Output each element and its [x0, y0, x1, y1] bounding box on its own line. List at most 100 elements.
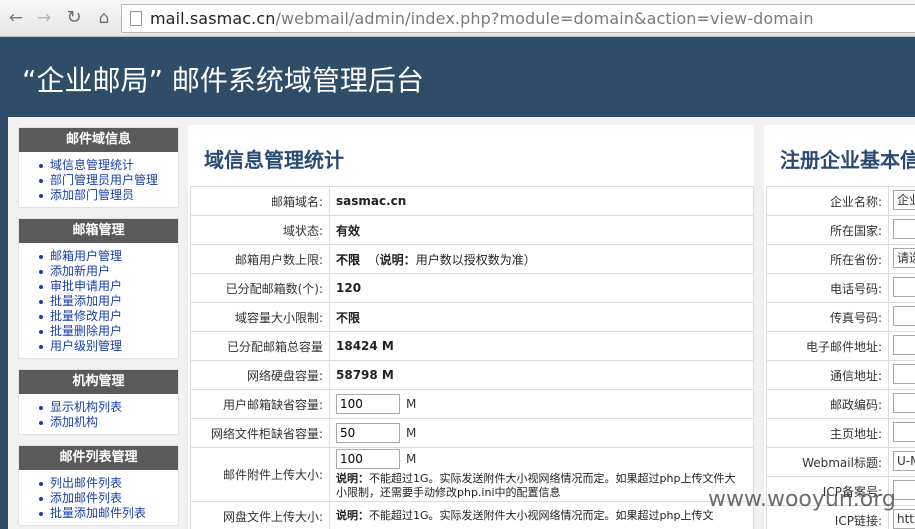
company-name-input[interactable]: 企业 [893, 189, 915, 210]
row-label: 网络文件柜缺省容量: [190, 418, 330, 448]
fax-input[interactable] [893, 305, 915, 326]
field-cell [888, 360, 915, 390]
watermark: www.wooyun.org [708, 487, 896, 512]
sidebar-list: 列出邮件列表 添加邮件列表 批量添加邮件列表 [19, 470, 178, 525]
company-info-title: 注册企业基本信 [780, 148, 915, 172]
sidebar-section-title: 邮件列表管理 [19, 446, 178, 470]
url-text[interactable]: mail.sasmac.cn/webmail/admin/index.php?m… [150, 9, 814, 28]
sidebar-item-batch-add-mail-list[interactable]: 批量添加邮件列表 [37, 506, 178, 521]
sidebar-section-org: 机构管理 显示机构列表 添加机构 [18, 369, 179, 435]
note-key: 说明： [379, 252, 416, 267]
table-row: 域状态: 有效 [190, 215, 754, 245]
allocated-total-value: 18424 M [329, 331, 754, 361]
table-row: Webmail标题:U-M [766, 447, 915, 477]
table-row: 邮政编码: [766, 389, 915, 419]
row-label: 域状态: [190, 215, 330, 245]
row-label: 网络硬盘容量: [190, 360, 330, 390]
note-key: 说明： [336, 472, 369, 485]
sidebar-section-mailbox: 邮箱管理 邮箱用户管理 添加新用户 审批申请用户 批量添加用户 批量修改用户 批… [18, 218, 179, 359]
table-row: 用户邮箱缺省容量: M [190, 389, 754, 419]
sidebar-item-user-levels[interactable]: 用户级别管理 [37, 339, 178, 354]
icp-link-input[interactable]: http [893, 508, 915, 529]
field-cell [888, 302, 915, 332]
homepage-input[interactable] [893, 421, 915, 442]
reload-icon[interactable]: ↻ [64, 8, 84, 28]
page-icon [130, 11, 142, 26]
company-info-table: 企业名称:企业 所在国家: 所在省份:请选 电话号码: 传真号码: 电子邮件地址… [766, 186, 915, 529]
attach-size-input[interactable] [336, 449, 400, 469]
table-row: 邮箱用户数上限: 不限 （说明：用户数以授权数为准） [190, 244, 754, 274]
sidebar-item-dept-admin-users[interactable]: 部门管理员用户管理 [37, 173, 178, 188]
table-row: 传真号码: [766, 302, 915, 332]
netfile-cell: 说明：不能超过1G。实际发送附件大小视网络情况而定。如果超过php上传文 [329, 501, 754, 529]
row-label: 电话号码: [766, 273, 889, 303]
sidebar-list: 显示机构列表 添加机构 [19, 394, 178, 434]
forward-arrow-icon[interactable]: → [34, 8, 54, 28]
table-row: 所在省份:请选 [766, 244, 915, 274]
sidebar-item-org-list[interactable]: 显示机构列表 [37, 400, 178, 415]
url-host: mail.sasmac.cn [150, 9, 276, 28]
mailbox-default-cell: M [329, 389, 754, 419]
row-label: 传真号码: [766, 302, 889, 332]
postcode-input[interactable] [893, 392, 915, 413]
sidebar-item-add-mail-list[interactable]: 添加邮件列表 [37, 491, 178, 506]
table-row: 电话号码: [766, 273, 915, 303]
sidebar-item-add-org[interactable]: 添加机构 [37, 415, 178, 430]
table-row: 通信地址: [766, 360, 915, 390]
row-label: 网盘文件上传大小: [190, 501, 330, 529]
mailbox-default-input[interactable] [336, 394, 400, 414]
sidebar-item-approve-users[interactable]: 审批申请用户 [37, 279, 178, 294]
email-input[interactable] [893, 334, 915, 355]
sidebar-item-batch-delete[interactable]: 批量删除用户 [37, 324, 178, 339]
row-label: 邮政编码: [766, 389, 889, 419]
table-row: 主页地址: [766, 418, 915, 448]
icp-number-input[interactable] [893, 479, 915, 500]
row-label: 所在省份: [766, 244, 889, 274]
country-input[interactable] [893, 218, 915, 239]
page-title: 域信息管理统计 [204, 148, 344, 172]
back-arrow-icon[interactable]: ← [6, 8, 26, 28]
row-label: 主页地址: [766, 418, 889, 448]
sidebar-section-title: 机构管理 [19, 370, 178, 394]
address-bar[interactable]: mail.sasmac.cn/webmail/admin/index.php?m… [121, 4, 915, 33]
row-label: 邮箱用户数上限: [190, 244, 330, 274]
table-row: 网络硬盘容量: 58798 M [190, 360, 754, 390]
netfile-note: 说明：不能超过1G。实际发送附件大小视网络情况而定。如果超过php上传文 [336, 509, 746, 523]
table-row: 企业名称:企业 [766, 186, 915, 216]
unit-label: M [406, 397, 417, 411]
sidebar-item-add-user[interactable]: 添加新用户 [37, 264, 178, 279]
table-row: 网络文件柜缺省容量: M [190, 418, 754, 448]
row-label: 用户邮箱缺省容量: [190, 389, 330, 419]
capacity-limit-value: 不限 [329, 302, 754, 332]
status-value: 有效 [329, 215, 754, 245]
app-title: “企业邮局” 邮件系统域管理后台 [22, 64, 424, 97]
filecab-default-cell: M [329, 418, 754, 448]
row-label: 电子邮件地址: [766, 331, 889, 361]
sidebar-item-domain-stats[interactable]: 域信息管理统计 [37, 158, 178, 173]
home-icon[interactable]: ⌂ [94, 8, 114, 28]
sidebar-item-batch-edit[interactable]: 批量修改用户 [37, 309, 178, 324]
sidebar-list: 邮箱用户管理 添加新用户 审批申请用户 批量添加用户 批量修改用户 批量删除用户… [19, 243, 178, 358]
sidebar-item-list-mail-lists[interactable]: 列出邮件列表 [37, 476, 178, 491]
attach-cell: M 说明：不能超过1G。实际发送附件大小视网络情况而定。如果超过php上传文件大… [329, 447, 754, 502]
table-row: 邮箱域名: sasmac.cn [190, 186, 754, 216]
filecab-default-input[interactable] [336, 423, 400, 443]
row-label: 已分配邮箱总容量 [190, 331, 330, 361]
row-label: 域容量大小限制: [190, 302, 330, 332]
phone-input[interactable] [893, 276, 915, 297]
allocated-value: 120 [329, 273, 754, 303]
sidebar-item-batch-add[interactable]: 批量添加用户 [37, 294, 178, 309]
address-input[interactable] [893, 363, 915, 384]
row-label: 邮件附件上传大小: [190, 447, 330, 502]
field-cell [888, 331, 915, 361]
province-select[interactable]: 请选 [893, 247, 915, 268]
note-key: 说明： [336, 509, 369, 522]
sidebar-section-mail-list: 邮件列表管理 列出邮件列表 添加邮件列表 批量添加邮件列表 [18, 445, 179, 526]
sidebar-item-add-dept-admin[interactable]: 添加部门管理员 [37, 188, 178, 203]
sidebar-section-domain-info: 邮件域信息 域信息管理统计 部门管理员用户管理 添加部门管理员 [18, 127, 179, 208]
sidebar-section-title: 邮件域信息 [19, 128, 178, 152]
table-row: 已分配邮箱数(个): 120 [190, 273, 754, 303]
table-row: 网盘文件上传大小: 说明：不能超过1G。实际发送附件大小视网络情况而定。如果超过… [190, 501, 754, 529]
webmail-title-input[interactable]: U-M [893, 450, 915, 471]
sidebar-item-mailbox-users[interactable]: 邮箱用户管理 [37, 249, 178, 264]
